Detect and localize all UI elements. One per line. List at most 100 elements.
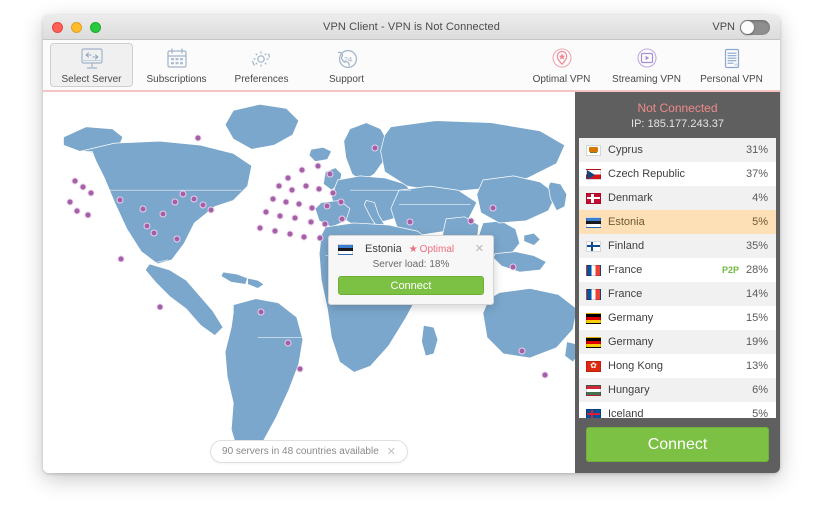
map-server-marker[interactable] <box>271 227 279 235</box>
map-server-marker[interactable] <box>337 198 345 206</box>
server-popup[interactable]: Estonia ★ Optimal ✕ Server load: 18% Con… <box>328 235 494 305</box>
map-server-marker[interactable] <box>156 303 164 311</box>
server-list-row[interactable]: Finland 35% <box>579 234 776 258</box>
toolbar-item-personal-vpn[interactable]: Personal VPN <box>690 43 773 87</box>
toolbar-item-support[interactable]: 24 Support <box>305 43 388 87</box>
map-server-marker[interactable] <box>296 365 304 373</box>
map-server-marker[interactable] <box>199 201 207 209</box>
connection-status-title: Not Connected <box>637 101 718 115</box>
map-server-marker[interactable] <box>66 198 74 206</box>
map-server-marker[interactable] <box>269 195 277 203</box>
server-list[interactable]: Cyprus 31% Czech Republic 37% Denmark 4% Eston… <box>579 138 776 418</box>
close-icon[interactable]: ✕ <box>475 243 484 255</box>
map-server-marker[interactable] <box>150 229 158 237</box>
server-list-row[interactable]: France P2P 28% <box>579 258 776 282</box>
map-server-marker[interactable] <box>73 207 81 215</box>
flag-icon-fi <box>586 240 601 252</box>
map-server-marker[interactable] <box>338 215 346 223</box>
map-server-marker[interactable] <box>489 204 497 212</box>
map-server-marker[interactable] <box>275 182 283 190</box>
map-server-marker[interactable] <box>314 162 321 170</box>
map-server-marker[interactable] <box>308 204 316 212</box>
toolbar-label: Select Server <box>61 73 122 85</box>
window-minimize-button[interactable] <box>71 21 82 33</box>
map-server-marker[interactable] <box>190 195 198 203</box>
vpn-power-toggle[interactable] <box>740 19 770 35</box>
toolbar-label: Preferences <box>234 73 289 85</box>
map-server-marker[interactable] <box>282 198 290 206</box>
server-country-name: Cyprus <box>608 144 643 156</box>
map-server-marker[interactable] <box>171 198 179 206</box>
map-server-marker[interactable] <box>276 212 284 220</box>
map-server-marker[interactable] <box>467 217 475 225</box>
server-list-row[interactable]: Hungary 6% <box>579 378 776 402</box>
map-server-marker[interactable] <box>117 255 125 263</box>
map-server-marker[interactable] <box>321 220 329 228</box>
map-server-marker[interactable] <box>518 347 526 355</box>
server-list-row[interactable]: Iceland 5% <box>579 402 776 418</box>
map-server-marker[interactable] <box>116 196 124 204</box>
map-server-marker[interactable] <box>291 214 299 222</box>
flag-icon-hu <box>586 384 601 396</box>
map-server-marker[interactable] <box>316 234 324 242</box>
map-server-marker[interactable] <box>173 235 181 243</box>
map-server-marker[interactable] <box>298 166 306 174</box>
map-server-marker[interactable] <box>315 185 323 193</box>
toolbar-item-optimal-vpn[interactable]: Optimal VPN <box>520 43 603 87</box>
map-server-marker[interactable] <box>509 263 517 271</box>
window-close-button[interactable] <box>52 21 63 33</box>
map-server-marker[interactable] <box>257 308 265 316</box>
toggle-knob <box>741 20 754 34</box>
map-server-marker[interactable] <box>541 371 549 379</box>
map-server-marker[interactable] <box>256 224 264 232</box>
flag-icon-ee <box>338 243 353 255</box>
map-server-marker[interactable] <box>79 183 87 191</box>
popup-connect-button[interactable]: Connect <box>338 276 484 295</box>
map-server-marker[interactable] <box>286 230 294 238</box>
server-list-row[interactable]: ✿ Hong Kong 13% <box>579 354 776 378</box>
map-pane[interactable]: Estonia ★ Optimal ✕ Server load: 18% Con… <box>43 92 575 473</box>
toolbar-item-subscriptions[interactable]: Subscriptions <box>135 43 218 87</box>
server-list-row[interactable]: Estonia 5% <box>579 210 776 234</box>
connect-button[interactable]: Connect <box>586 427 769 462</box>
map-server-marker[interactable] <box>207 206 215 214</box>
vpn-toggle-group: VPN <box>712 19 780 35</box>
server-list-row[interactable]: Germany 19% <box>579 330 776 354</box>
map-server-marker[interactable] <box>262 208 270 216</box>
map-server-marker[interactable] <box>284 174 292 182</box>
popup-server-load: Server load: 18% <box>372 259 450 270</box>
map-server-marker[interactable] <box>159 210 167 218</box>
map-server-marker[interactable] <box>326 170 334 178</box>
toolbar-item-select-server[interactable]: Select Server <box>50 43 133 87</box>
server-list-row[interactable]: Czech Republic 37% <box>579 162 776 186</box>
map-server-marker[interactable] <box>329 189 337 197</box>
map-server-marker[interactable] <box>84 211 92 219</box>
servers-available-pill[interactable]: 90 servers in 48 countries available ✕ <box>210 440 408 463</box>
map-server-marker[interactable] <box>371 144 379 152</box>
server-load-percent: 6% <box>752 384 768 396</box>
map-server-marker[interactable] <box>194 134 202 142</box>
map-server-marker[interactable] <box>139 205 147 213</box>
toolbar-item-streaming-vpn[interactable]: Streaming VPN <box>605 43 688 87</box>
map-server-marker[interactable] <box>323 202 331 210</box>
map-server-marker[interactable] <box>288 186 296 194</box>
window-maximize-button[interactable] <box>90 21 101 33</box>
map-server-marker[interactable] <box>406 218 414 226</box>
svg-text:24: 24 <box>343 55 351 64</box>
server-list-row[interactable]: France 14% <box>579 282 776 306</box>
map-server-marker[interactable] <box>295 200 303 208</box>
map-server-marker[interactable] <box>87 189 95 197</box>
map-server-marker[interactable] <box>302 182 310 190</box>
server-list-row[interactable]: Denmark 4% <box>579 186 776 210</box>
map-server-marker[interactable] <box>284 339 292 347</box>
server-load-percent: 19% <box>745 336 768 348</box>
map-server-marker[interactable] <box>300 233 308 241</box>
server-list-row[interactable]: Germany 15% <box>579 306 776 330</box>
map-server-marker[interactable] <box>179 190 187 198</box>
toolbar-item-preferences[interactable]: Preferences <box>220 43 303 87</box>
map-server-marker[interactable] <box>71 177 79 185</box>
close-icon[interactable]: ✕ <box>387 445 396 458</box>
map-server-marker[interactable] <box>143 222 151 230</box>
server-list-row[interactable]: Cyprus 31% <box>579 138 776 162</box>
map-server-marker[interactable] <box>307 218 315 226</box>
